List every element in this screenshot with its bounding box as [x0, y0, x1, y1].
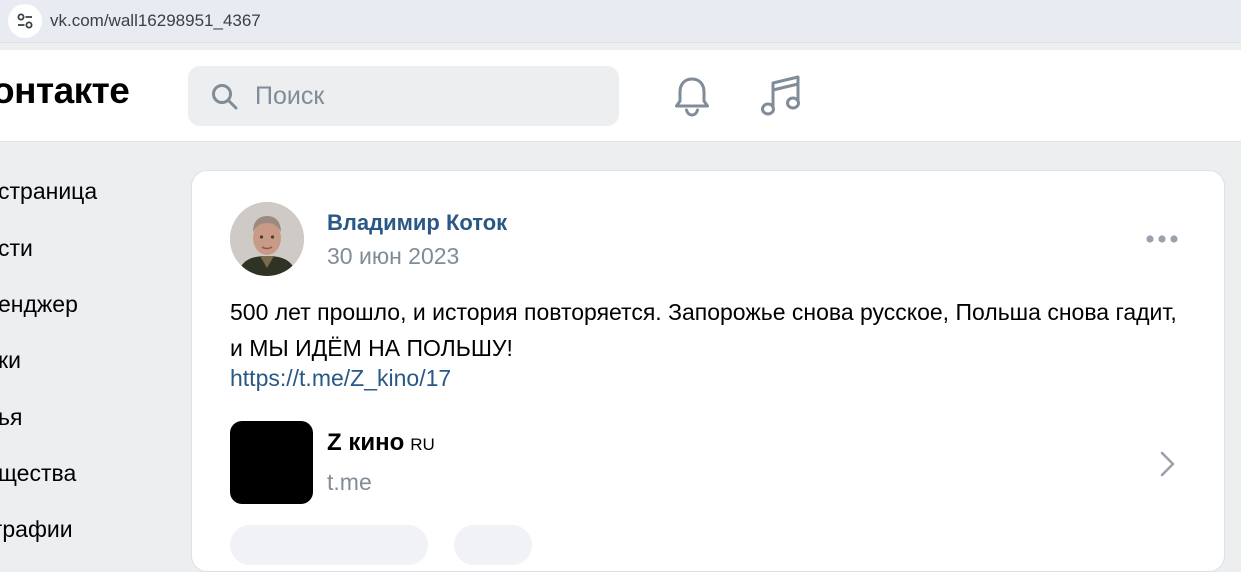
address-url[interactable]: vk.com/wall16298951_4367 [50, 11, 261, 31]
tune-icon [17, 13, 33, 29]
post-date[interactable]: 30 июн 2023 [327, 243, 459, 270]
comment-button[interactable] [454, 525, 532, 565]
avatar-photo [230, 202, 304, 276]
site-settings-button[interactable] [8, 4, 42, 38]
menu-item-communities[interactable]: щества [0, 460, 76, 487]
snippet-thumbnail[interactable] [230, 421, 313, 504]
more-options-icon[interactable] [1145, 230, 1179, 248]
bell-icon[interactable] [673, 74, 711, 118]
browser-address-bar: vk.com/wall16298951_4367 [0, 0, 1241, 43]
snippet-title-text: Z кино [327, 429, 405, 456]
post-link[interactable]: https://t.me/Z_kino/17 [230, 365, 451, 392]
search-icon [212, 84, 238, 110]
site-header: онтакте [0, 50, 1241, 142]
snippet-badge: RU [410, 435, 435, 454]
author-avatar[interactable] [230, 202, 304, 276]
snippet-title[interactable]: Z кино RU [327, 429, 435, 457]
search-input[interactable] [255, 82, 595, 110]
menu-item-my-page[interactable]: страница [0, 178, 97, 205]
snippet-domain: t.me [327, 469, 372, 495]
search-box[interactable] [188, 66, 619, 126]
menu-item-messenger[interactable]: енджер [0, 291, 78, 318]
wall-post: Владимир Коток 30 июн 2023 500 лет прошл… [191, 170, 1225, 572]
menu-item-photos[interactable]: графии [0, 516, 73, 543]
menu-item-news[interactable]: сти [0, 235, 33, 262]
chevron-right-icon[interactable] [1158, 449, 1178, 479]
like-button[interactable] [230, 525, 428, 565]
post-author[interactable]: Владимир Коток [327, 210, 507, 236]
menu-item-calls[interactable]: ки [0, 347, 21, 374]
site-logo[interactable]: онтакте [0, 70, 130, 112]
music-icon[interactable] [761, 74, 803, 118]
post-text: 500 лет прошло, и история повторяется. З… [230, 299, 1177, 361]
menu-item-friends[interactable]: ья [0, 404, 22, 431]
